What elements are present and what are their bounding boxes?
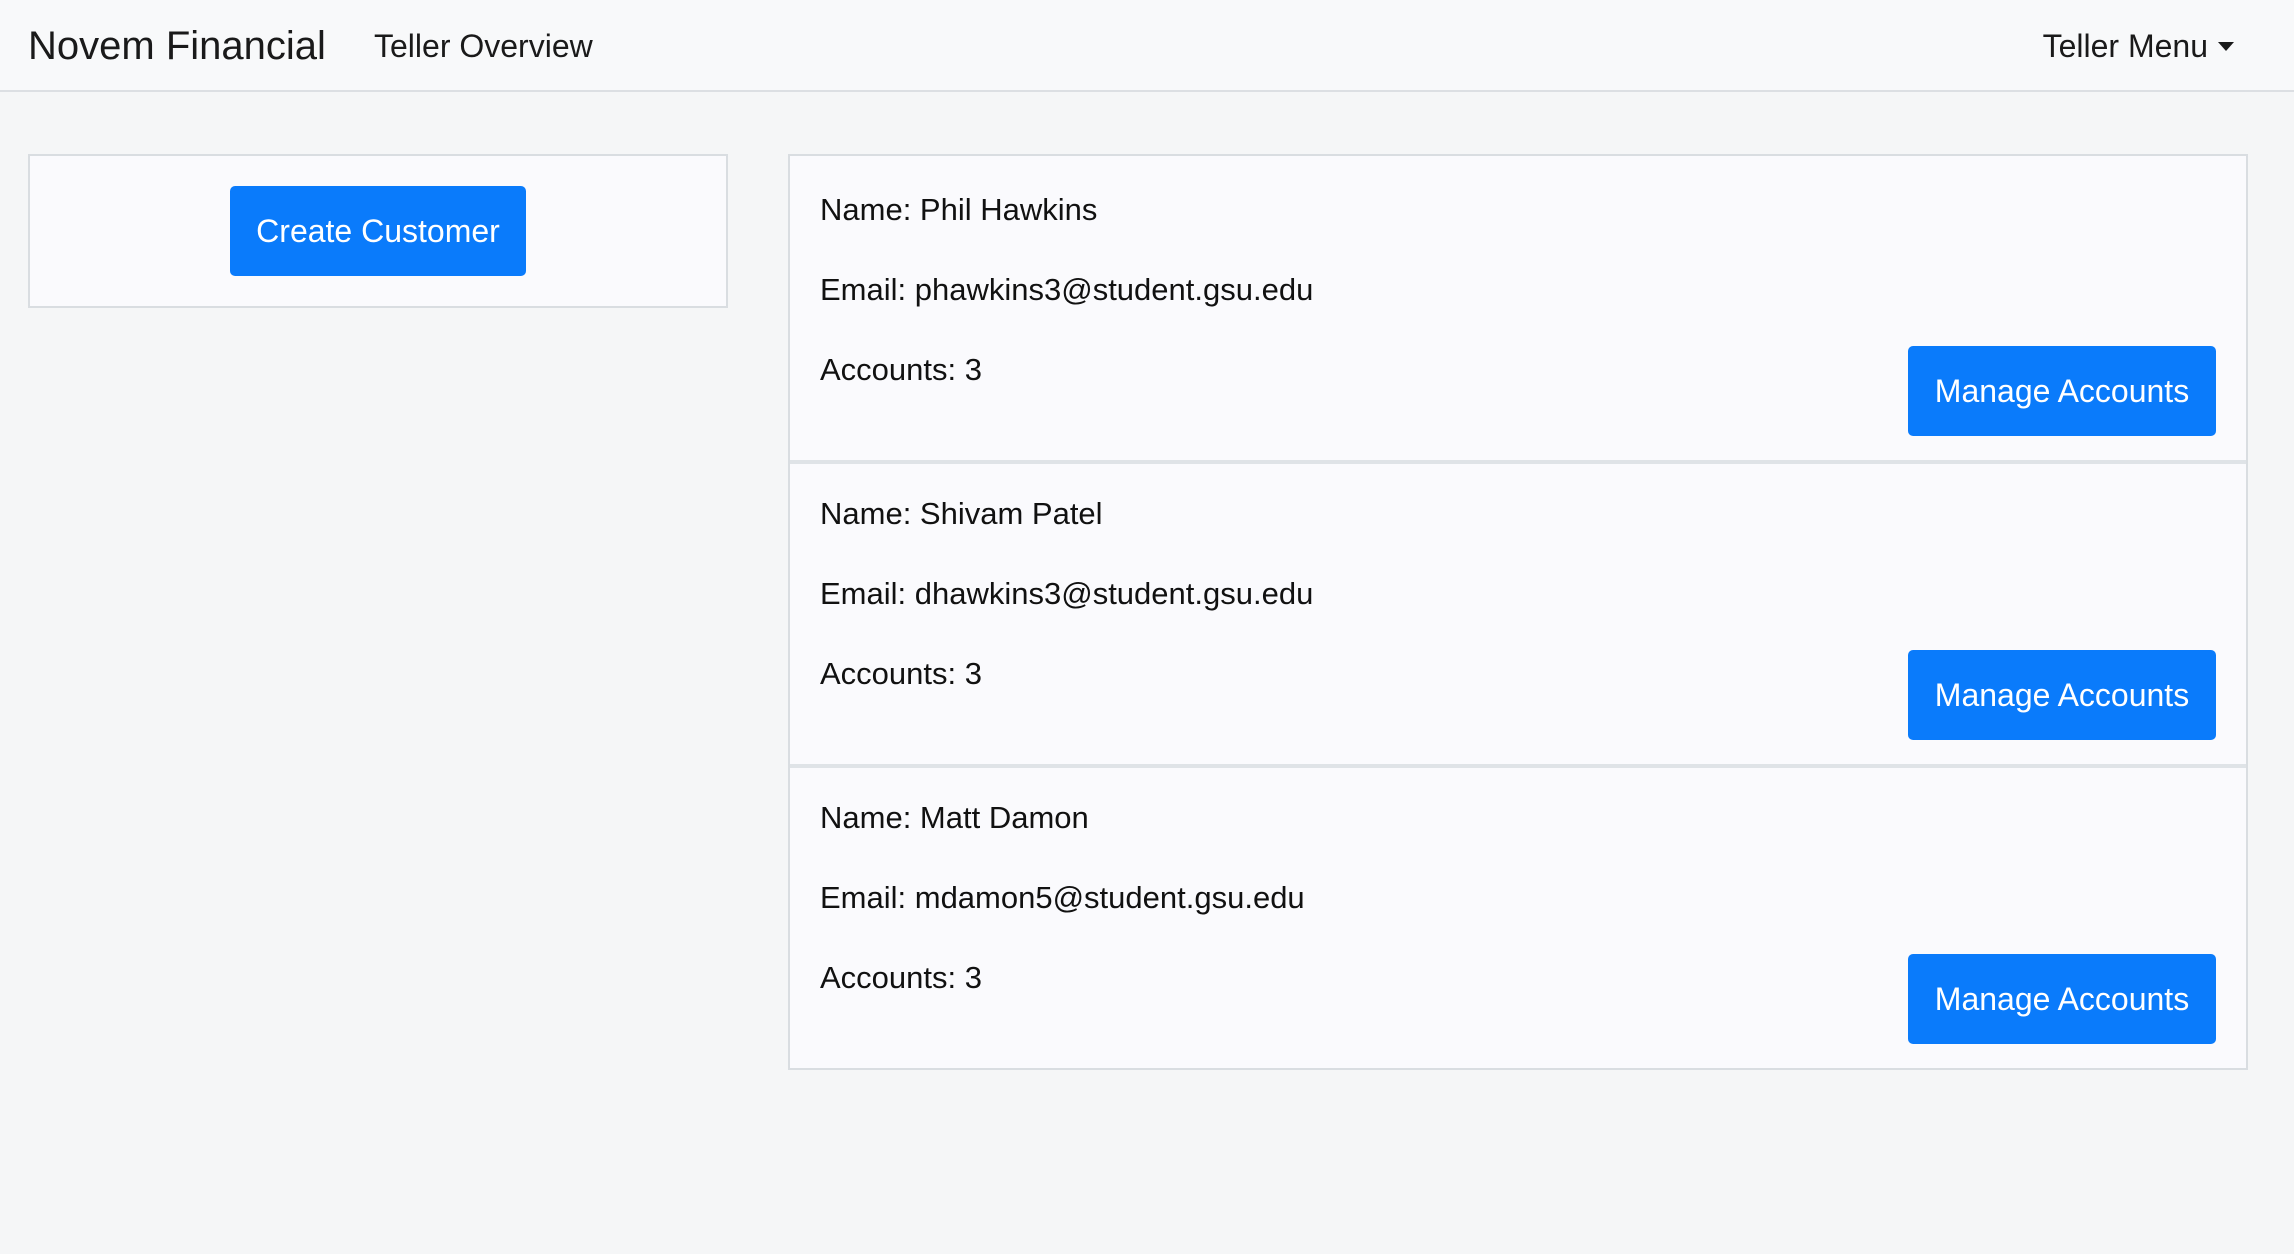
nav-link-teller-overview[interactable]: Teller Overview (374, 25, 593, 67)
customer-email: Email: phawkins3@student.gsu.edu (820, 272, 1314, 307)
customer-accounts-count: Accounts: 3 (820, 960, 982, 995)
customer-name: Name: Matt Damon (820, 800, 1089, 835)
caret-down-icon (2218, 41, 2234, 51)
manage-accounts-button[interactable]: Manage Accounts (1908, 650, 2216, 740)
manage-accounts-button[interactable]: Manage Accounts (1908, 954, 2216, 1044)
customer-card: Name: Shivam Patel Email: dhawkins3@stud… (790, 460, 2246, 764)
customer-list: Name: Phil Hawkins Email: phawkins3@stud… (788, 154, 2248, 1070)
customer-email: Email: dhawkins3@student.gsu.edu (820, 576, 1314, 611)
customer-accounts-count: Accounts: 3 (820, 656, 982, 691)
customer-card: Name: Phil Hawkins Email: phawkins3@stud… (790, 156, 2246, 460)
manage-accounts-button[interactable]: Manage Accounts (1908, 346, 2216, 436)
teller-menu-label: Teller Menu (2042, 28, 2208, 64)
customer-card: Name: Matt Damon Email: mdamon5@student.… (790, 764, 2246, 1068)
brand-logo[interactable]: Novem Financial (28, 22, 326, 70)
teller-menu-dropdown[interactable]: Teller Menu (2043, 25, 2234, 67)
customer-name: Name: Shivam Patel (820, 496, 1103, 531)
customer-email: Email: mdamon5@student.gsu.edu (820, 880, 1305, 915)
top-navbar: Novem Financial Teller Overview Teller M… (0, 0, 2294, 92)
customer-name: Name: Phil Hawkins (820, 192, 1098, 227)
customer-accounts-count: Accounts: 3 (820, 352, 982, 387)
create-customer-card: Create Customer (28, 154, 728, 308)
create-customer-button[interactable]: Create Customer (230, 186, 526, 276)
